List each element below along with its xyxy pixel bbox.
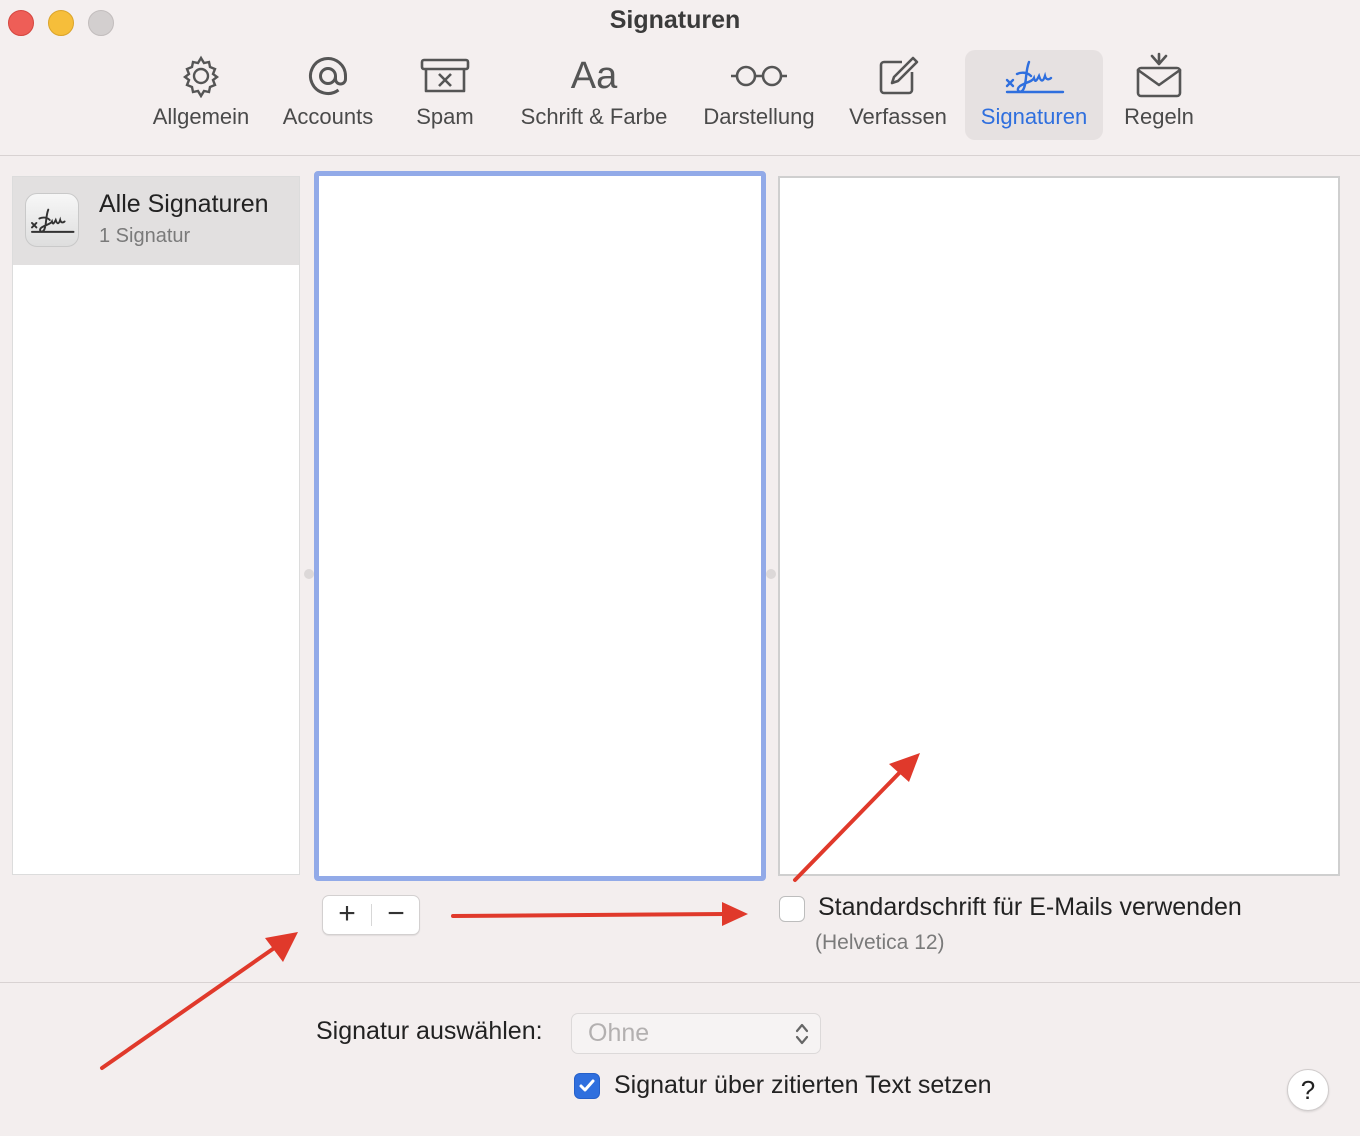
font-icon: Aa bbox=[570, 54, 618, 97]
select-signature-value: Ohne bbox=[588, 1019, 650, 1047]
at-icon bbox=[305, 50, 351, 102]
signatures-list[interactable] bbox=[314, 171, 766, 881]
list-item-title: Alle Signaturen bbox=[99, 190, 269, 218]
toolbar-item-accounts[interactable]: Accounts bbox=[272, 50, 384, 140]
toolbar-item-label: Allgemein bbox=[152, 104, 250, 129]
section-divider bbox=[0, 982, 1360, 983]
signature-icon bbox=[1003, 50, 1065, 102]
chevron-up-down-icon bbox=[794, 1020, 810, 1053]
select-signature-label: Signatur auswählen: bbox=[316, 1017, 543, 1045]
default-font-checkbox[interactable] bbox=[779, 896, 805, 922]
toolbar-item-label: Regeln bbox=[1124, 104, 1194, 129]
accounts-list[interactable]: Alle Signaturen 1 Signatur bbox=[12, 176, 300, 875]
junk-tray-icon bbox=[419, 50, 471, 102]
arrow-to-default-font-checkbox bbox=[451, 902, 748, 926]
compose-icon bbox=[876, 50, 920, 102]
rules-envelope-icon bbox=[1134, 50, 1184, 102]
glasses-icon bbox=[729, 50, 789, 102]
toolbar-item-label: Schrift & Farbe bbox=[520, 104, 668, 129]
list-item[interactable]: Alle Signaturen 1 Signatur bbox=[13, 177, 299, 265]
add-signature-button[interactable]: + bbox=[323, 896, 371, 934]
toolbar-item-spam[interactable]: Spam bbox=[400, 50, 490, 140]
list-item-subtitle: 1 Signatur bbox=[99, 225, 191, 247]
select-signature-popup[interactable]: Ohne bbox=[571, 1013, 821, 1054]
place-above-quote-checkbox[interactable] bbox=[574, 1073, 600, 1099]
arrow-to-add-button bbox=[100, 932, 298, 1070]
help-button[interactable]: ? bbox=[1287, 1069, 1329, 1111]
place-above-quote-label: Signatur über zitierten Text setzen bbox=[614, 1071, 992, 1099]
toolbar-item-schrift-farbe[interactable]: Aa Schrift & Farbe bbox=[506, 50, 682, 140]
toolbar-item-label: Accounts bbox=[282, 104, 374, 129]
toolbar-item-label: Spam bbox=[416, 104, 474, 129]
remove-signature-button[interactable]: − bbox=[372, 896, 420, 934]
toolbar-item-label: Signaturen bbox=[980, 104, 1088, 129]
gear-icon bbox=[179, 50, 223, 102]
signature-editor[interactable] bbox=[778, 176, 1340, 876]
title-bar: Signaturen Allgemein Accounts Spam Aa Sc… bbox=[0, 0, 1360, 156]
toolbar-item-darstellung[interactable]: Darstellung bbox=[692, 50, 826, 140]
toolbar-item-label: Verfassen bbox=[849, 104, 947, 129]
signature-icon bbox=[25, 193, 79, 247]
splitter-handle[interactable] bbox=[304, 569, 314, 579]
toolbar-item-signaturen[interactable]: Signaturen bbox=[965, 50, 1103, 140]
toolbar-item-verfassen[interactable]: Verfassen bbox=[838, 50, 958, 140]
default-font-name: (Helvetica 12) bbox=[815, 931, 945, 954]
toolbar-item-regeln[interactable]: Regeln bbox=[1115, 50, 1203, 140]
add-remove-control: + − bbox=[322, 895, 420, 935]
checkmark-icon bbox=[579, 1079, 595, 1092]
default-font-label: Standardschrift für E-Mails verwenden bbox=[818, 893, 1242, 921]
splitter-handle[interactable] bbox=[766, 569, 776, 579]
toolbar-item-allgemein[interactable]: Allgemein bbox=[143, 50, 259, 140]
window-title: Signaturen bbox=[609, 6, 741, 34]
toolbar-item-label: Darstellung bbox=[703, 104, 815, 129]
